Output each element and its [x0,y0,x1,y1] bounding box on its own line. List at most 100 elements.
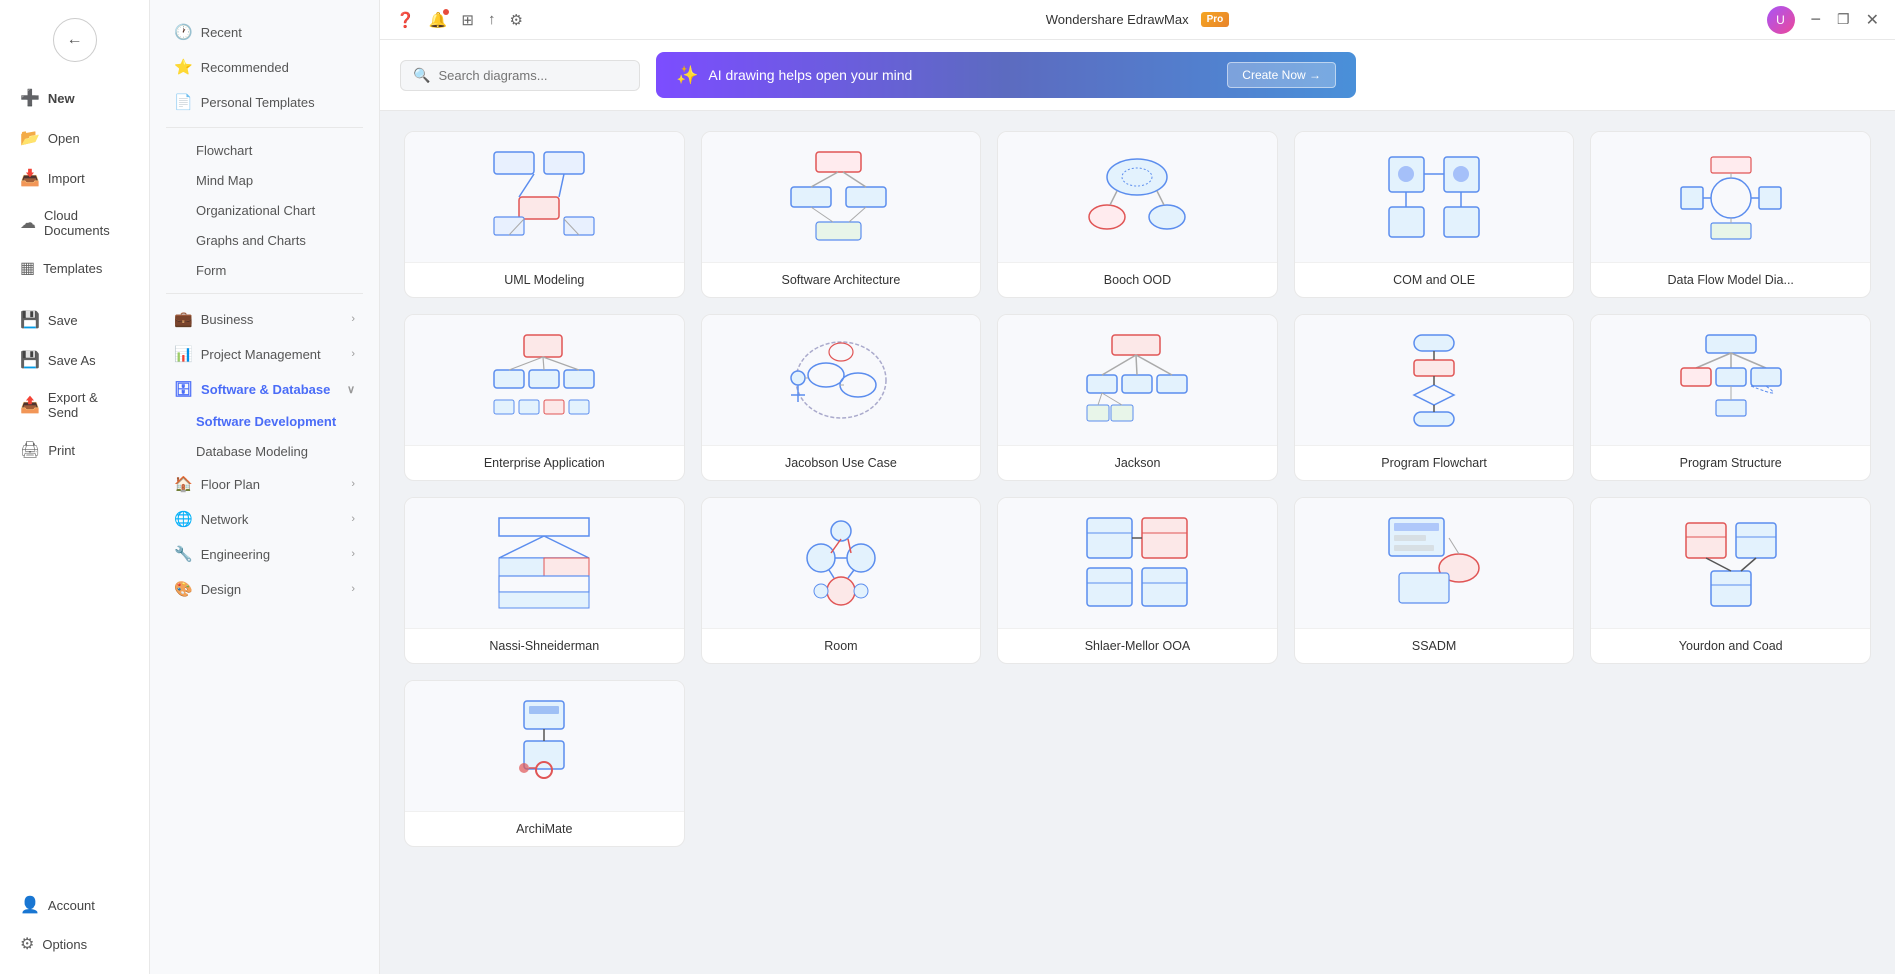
sidebar-item-options[interactable]: ⚙ Options [6,925,143,963]
template-program-struct[interactable]: Program Structure [1590,314,1871,481]
ai-banner-label: AI drawing helps open your mind [708,67,912,83]
template-booch-preview [998,132,1277,262]
sidebar-item-orgchart[interactable]: Organizational Chart [158,196,371,225]
template-ssadm[interactable]: SSADM [1294,497,1575,664]
template-booch[interactable]: Booch OOD [997,131,1278,298]
star-icon: ⭐ [174,58,193,76]
sidebar-item-network[interactable]: 🌐 Network › [158,502,371,536]
nav-print-label: Print [48,443,75,458]
ai-banner-text: ✨ AI drawing helps open your mind [676,65,912,86]
title-bar: ❓ 🔔 ⊞ ↑ ⚙ Wondershare EdrawMax Pro U − ❐… [380,0,1895,40]
save-as-icon: 💾 [20,350,40,370]
template-uml-label: UML Modeling [405,262,684,297]
folder-icon: 📂 [20,128,40,148]
sidebar-item-recent[interactable]: 🕐 Recent [158,15,371,49]
sidebar-item-open[interactable]: 📂 Open [6,119,143,157]
engineering-icon: 🔧 [174,545,193,563]
search-input[interactable] [438,68,627,83]
template-shlaer-preview [998,498,1277,628]
software-dev-label: Software Development [196,414,336,429]
import-icon: 📥 [20,168,40,188]
template-nassi[interactable]: Nassi-Shneiderman [404,497,685,664]
help-icon[interactable]: ❓ [396,11,415,29]
business-icon: 💼 [174,310,193,328]
sidebar-item-software-database[interactable]: 🗄 Software & Database ∨ [158,372,371,406]
sidebar-item-form[interactable]: Form [158,256,371,285]
sidebar-item-print[interactable]: 🖨 Print [6,431,143,469]
sidebar-item-templates[interactable]: ▦ Templates [6,249,143,287]
template-ssadm-preview [1295,498,1574,628]
chevron-right-icon-3: › [351,478,355,490]
template-room-label: Room [702,628,981,663]
sidebar-item-graphs[interactable]: Graphs and Charts [158,226,371,255]
template-jacobson[interactable]: Jacobson Use Case [701,314,982,481]
sidebar-item-flowchart[interactable]: Flowchart [158,136,371,165]
template-shlaer-label: Shlaer-Mellor OOA [998,628,1277,663]
template-shlaer[interactable]: Shlaer-Mellor OOA [997,497,1278,664]
sidebar-item-engineering[interactable]: 🔧 Engineering › [158,537,371,571]
sidebar-item-floorplan[interactable]: 🏠 Floor Plan › [158,467,371,501]
template-uml[interactable]: UML Modeling [404,131,685,298]
template-program-flow-preview [1295,315,1574,445]
template-program-flow-label: Program Flowchart [1295,445,1574,480]
sidebar-item-account[interactable]: 👤 Account [6,886,143,924]
nav-templates-label: Templates [43,261,102,276]
template-archimate[interactable]: ArchiMate [404,680,685,847]
nav-new-label: New [48,91,75,106]
settings-icon[interactable]: ⚙ [509,11,522,29]
template-jackson-preview [998,315,1277,445]
chevron-right-icon-4: › [351,513,355,525]
floorplan-icon: 🏠 [174,475,193,493]
app-title: Wondershare EdrawMax [1046,12,1189,27]
pro-badge: Pro [1201,12,1230,27]
sidebar-item-design[interactable]: 🎨 Design › [158,572,371,606]
ai-banner: ✨ AI drawing helps open your mind Create… [656,52,1356,98]
personal-label: Personal Templates [201,95,315,110]
sidebar-item-cloud[interactable]: ☁ Cloud Documents [6,199,143,247]
personal-icon: 📄 [174,93,193,111]
template-software-arch[interactable]: Software Architecture [701,131,982,298]
sidebar-item-project[interactable]: 📊 Project Management › [158,337,371,371]
graphs-label: Graphs and Charts [196,233,306,248]
template-jackson[interactable]: Jackson [997,314,1278,481]
share-icon[interactable]: ↑ [488,11,496,28]
template-yourdon-label: Yourdon and Coad [1591,628,1870,663]
sidebar-item-save[interactable]: 💾 Save [6,301,143,339]
template-program-flow[interactable]: Program Flowchart [1294,314,1575,481]
template-yourdon[interactable]: Yourdon and Coad [1590,497,1871,664]
sidebar-item-mindmap[interactable]: Mind Map [158,166,371,195]
sidebar-item-new[interactable]: ➕ New [6,79,143,117]
minimize-button[interactable]: − [1811,9,1822,30]
options-icon: ⚙ [20,934,34,954]
sidebar-item-export[interactable]: 📤 Export & Send [6,381,143,429]
sidebar-item-db-modeling[interactable]: Database Modeling [158,437,371,466]
back-button[interactable]: ← [53,18,97,62]
search-box[interactable]: 🔍 [400,60,640,91]
template-yourdon-preview [1591,498,1870,628]
floorplan-label: Floor Plan [201,477,260,492]
sidebar-item-software-dev[interactable]: Software Development [158,407,371,436]
grid-icon[interactable]: ⊞ [461,11,474,29]
template-enterprise-label: Enterprise Application [405,445,684,480]
template-enterprise[interactable]: Enterprise Application [404,314,685,481]
recommended-label: Recommended [201,60,289,75]
close-button[interactable]: ✕ [1866,10,1879,30]
engineering-label: Engineering [201,547,270,562]
sidebar-item-personal[interactable]: 📄 Personal Templates [158,85,371,119]
sidebar-item-import[interactable]: 📥 Import [6,159,143,197]
sidebar-item-recommended[interactable]: ⭐ Recommended [158,50,371,84]
template-data-flow[interactable]: Data Flow Model Dia... [1590,131,1871,298]
template-com-ole[interactable]: COM and OLE [1294,131,1575,298]
bell-icon[interactable]: 🔔 [429,11,448,29]
avatar[interactable]: U [1767,6,1795,34]
back-icon: ← [67,31,83,49]
create-now-button[interactable]: Create Now → [1227,62,1336,88]
maximize-button[interactable]: ❐ [1837,11,1850,28]
search-icon: 🔍 [413,67,430,84]
divider-2 [166,293,363,294]
account-icon: 👤 [20,895,40,915]
sidebar-item-save-as[interactable]: 💾 Save As [6,341,143,379]
sidebar-item-business[interactable]: 💼 Business › [158,302,371,336]
template-room[interactable]: Room [701,497,982,664]
nav-open-label: Open [48,131,80,146]
